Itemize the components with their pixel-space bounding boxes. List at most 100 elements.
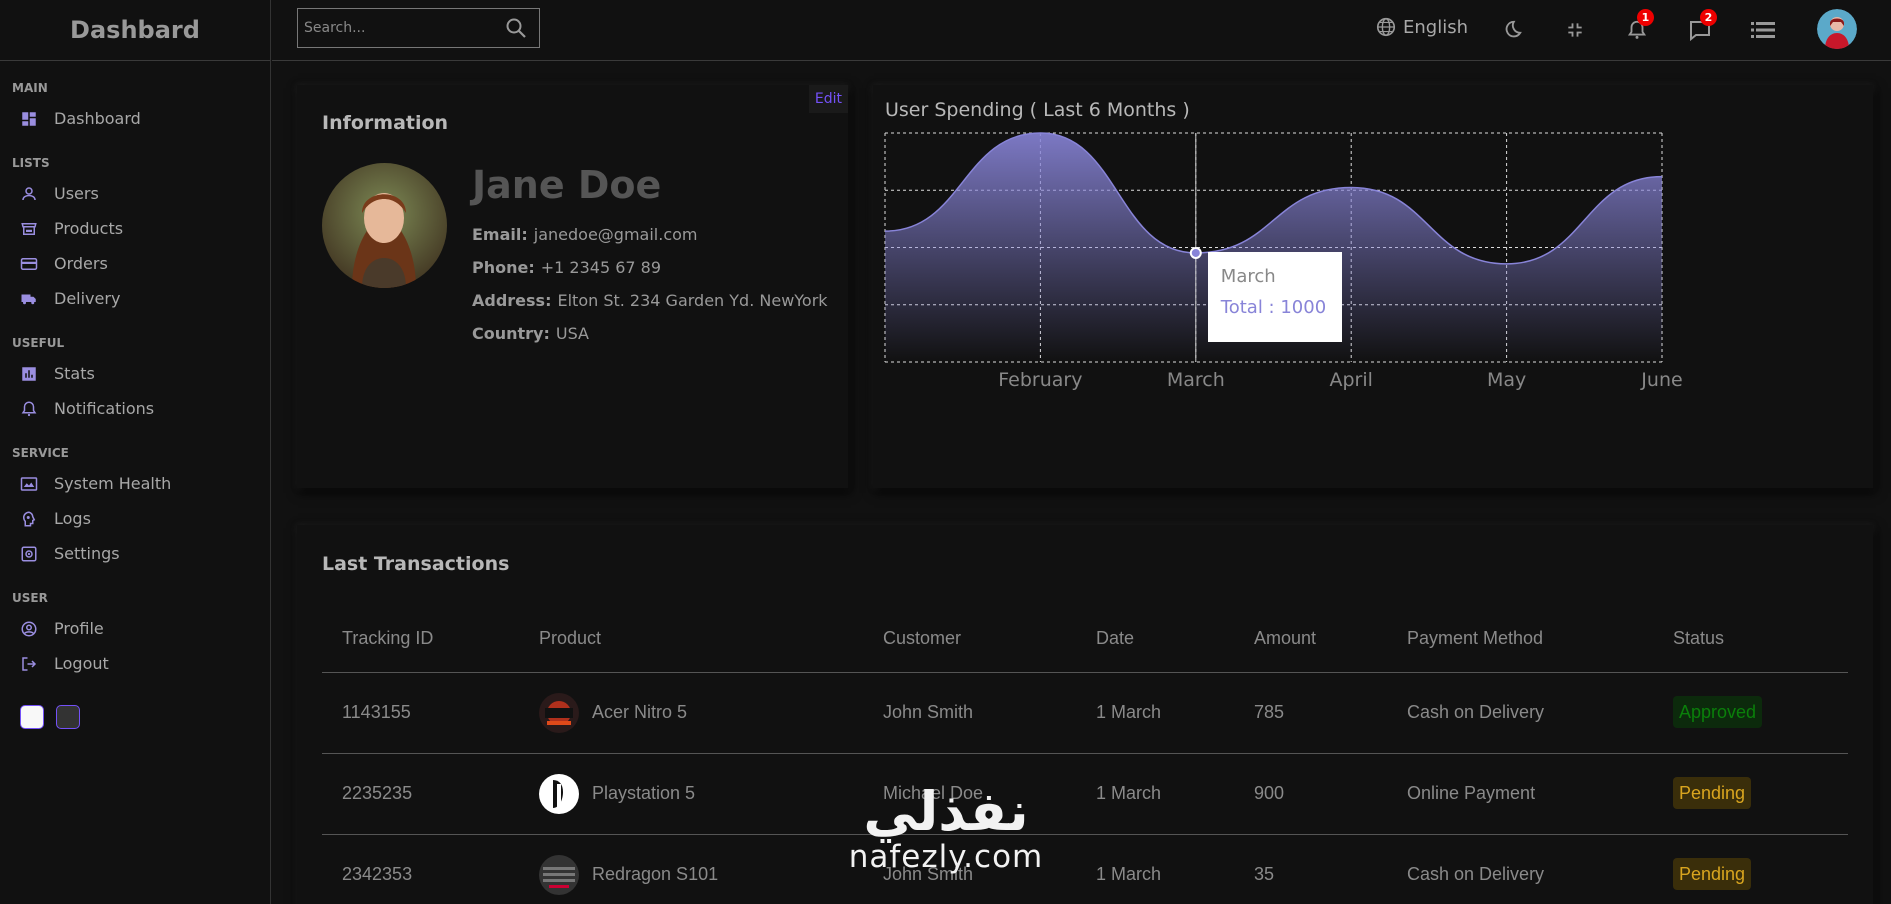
sidebar-item-settings[interactable]: Settings bbox=[12, 536, 270, 571]
sidebar-item-logs[interactable]: Logs bbox=[12, 501, 270, 536]
list-icon[interactable] bbox=[1749, 16, 1777, 44]
sidebar-item-notifications[interactable]: Notifications bbox=[12, 391, 270, 426]
cell-tracking-id: 2342353 bbox=[322, 834, 519, 904]
logout-icon bbox=[19, 654, 39, 674]
profile-name: Jane Doe bbox=[472, 163, 662, 207]
table-row[interactable]: 2235235 Playstation 5 Michael Doe 1 Marc… bbox=[322, 753, 1848, 835]
country-value: USA bbox=[555, 324, 589, 343]
sidebar-item-users[interactable]: Users bbox=[12, 176, 270, 211]
cell-tracking-id: 1143155 bbox=[322, 672, 519, 754]
tooltip-total: Total : 1000 bbox=[1220, 296, 1327, 318]
sidebar-item-delivery[interactable]: Delivery bbox=[12, 281, 270, 316]
sidebar-item-stats[interactable]: Stats bbox=[12, 356, 270, 391]
cell-amount: 35 bbox=[1234, 834, 1387, 904]
dark-theme-swatch[interactable] bbox=[56, 705, 80, 729]
search-icon[interactable] bbox=[504, 16, 528, 40]
cell-status: Pending bbox=[1653, 834, 1848, 904]
cell-payment-method: Cash on Delivery bbox=[1387, 672, 1653, 754]
messages-button[interactable]: 2 bbox=[1686, 9, 1717, 44]
information-card: Edit Information Jane Doe Email: janedoe@… bbox=[297, 85, 848, 488]
product-name: Redragon S101 bbox=[592, 864, 719, 884]
cell-status: Approved bbox=[1653, 672, 1848, 754]
top-navbar: English 1 2 bbox=[272, 0, 1891, 61]
store-icon bbox=[19, 219, 39, 239]
edit-button[interactable]: Edit bbox=[808, 85, 848, 113]
messages-badge: 2 bbox=[1700, 9, 1717, 26]
table-row[interactable]: 1143155 Acer Nitro 5 John Smith 1 March … bbox=[322, 672, 1848, 754]
cell-customer: John Smith bbox=[863, 834, 1076, 904]
sidebar-item-dashboard[interactable]: Dashboard bbox=[12, 101, 270, 136]
product-thumbnail bbox=[539, 854, 579, 895]
profile-details: Jane Doe Email: janedoe@gmail.com Phone: +… bbox=[472, 163, 828, 357]
notification-badge: 1 bbox=[1637, 9, 1654, 26]
x-tick-label: May bbox=[1487, 369, 1526, 391]
sidebar-item-label: Logout bbox=[54, 654, 109, 673]
globe-icon bbox=[1375, 16, 1397, 38]
transactions-card: Last Transactions Tracking ID Product Cu… bbox=[297, 525, 1873, 904]
sidebar-item-system-health[interactable]: System Health bbox=[12, 466, 270, 501]
address-value: Elton St. 234 Garden Yd. NewYork bbox=[557, 291, 828, 310]
sidebar-item-label: Orders bbox=[54, 254, 108, 273]
cell-date: 1 March bbox=[1076, 672, 1234, 754]
cell-payment-method: Online Payment bbox=[1387, 753, 1653, 835]
system-health-icon bbox=[19, 474, 39, 494]
sidebar-item-label: System Health bbox=[54, 474, 172, 493]
sidebar-item-products[interactable]: Products bbox=[12, 211, 270, 246]
header-date: Date bbox=[1076, 605, 1234, 673]
header-amount: Amount bbox=[1234, 605, 1387, 673]
phone-value: +1 2345 67 89 bbox=[540, 258, 662, 277]
product-thumbnail bbox=[539, 773, 579, 814]
language-selector[interactable]: English bbox=[1375, 16, 1468, 38]
light-theme-swatch[interactable] bbox=[20, 705, 44, 729]
information-title: Information bbox=[322, 112, 449, 134]
product-name: Playstation 5 bbox=[592, 783, 696, 803]
sidebar-item-orders[interactable]: Orders bbox=[12, 246, 270, 281]
cell-amount: 785 bbox=[1234, 672, 1387, 754]
bar-chart-icon bbox=[19, 364, 39, 384]
chart-tooltip: March Total : 1000 bbox=[1207, 251, 1342, 342]
dark-mode-icon[interactable] bbox=[1498, 16, 1526, 44]
cell-customer: Michael Doe bbox=[863, 753, 1076, 835]
cell-date: 1 March bbox=[1076, 753, 1234, 835]
cell-product: Acer Nitro 5 bbox=[519, 672, 863, 754]
product-thumbnail bbox=[539, 692, 579, 733]
sidebar-item-logout[interactable]: Logout bbox=[12, 646, 270, 681]
cell-product: Playstation 5 bbox=[519, 753, 863, 835]
transactions-table: Tracking ID Product Customer Date Amount… bbox=[322, 605, 1848, 904]
fullscreen-exit-icon[interactable] bbox=[1561, 16, 1589, 44]
section-title-main: MAIN bbox=[12, 81, 48, 95]
cell-date: 1 March bbox=[1076, 834, 1234, 904]
tooltip-month: March bbox=[1220, 265, 1276, 287]
sidebar-item-profile[interactable]: Profile bbox=[12, 611, 270, 646]
truck-icon bbox=[19, 289, 39, 309]
brand: Dashbard bbox=[0, 0, 270, 61]
spending-area-chart[interactable]: February March April May June bbox=[873, 85, 1873, 488]
email-key: Email: bbox=[472, 225, 528, 244]
sidebar-item-label: Stats bbox=[54, 364, 95, 383]
email-value: janedoe@gmail.com bbox=[533, 225, 698, 244]
credit-card-icon bbox=[19, 254, 39, 274]
language-label: English bbox=[1403, 16, 1468, 38]
cell-payment-method: Cash on Delivery bbox=[1387, 834, 1653, 904]
header-tracking-id: Tracking ID bbox=[322, 605, 519, 673]
brand-logo[interactable]: Dashbard bbox=[70, 16, 200, 44]
cell-amount: 900 bbox=[1234, 753, 1387, 835]
header-payment-method: Payment Method bbox=[1387, 605, 1653, 673]
sidebar-item-label: Notifications bbox=[54, 399, 155, 418]
sidebar-item-label: Users bbox=[54, 184, 99, 203]
status-badge: Pending bbox=[1673, 777, 1752, 809]
sidebar-item-label: Settings bbox=[54, 544, 120, 563]
product-name: Acer Nitro 5 bbox=[592, 702, 688, 722]
section-title-user: USER bbox=[12, 591, 48, 605]
spending-chart-card: User Spending ( Last 6 Months ) February… bbox=[873, 85, 1873, 488]
psychology-icon bbox=[19, 509, 39, 529]
user-avatar[interactable] bbox=[1817, 9, 1857, 49]
table-header-row: Tracking ID Product Customer Date Amount… bbox=[322, 605, 1848, 673]
search-box bbox=[297, 8, 540, 48]
profile-photo bbox=[322, 163, 447, 288]
cell-status: Pending bbox=[1653, 753, 1848, 835]
search-input[interactable] bbox=[304, 20, 504, 36]
table-row[interactable]: 2342353 Redragon S101 John Smith 1 March… bbox=[322, 834, 1848, 904]
notifications-button[interactable]: 1 bbox=[1623, 9, 1654, 44]
section-title-lists: LISTS bbox=[12, 156, 50, 170]
